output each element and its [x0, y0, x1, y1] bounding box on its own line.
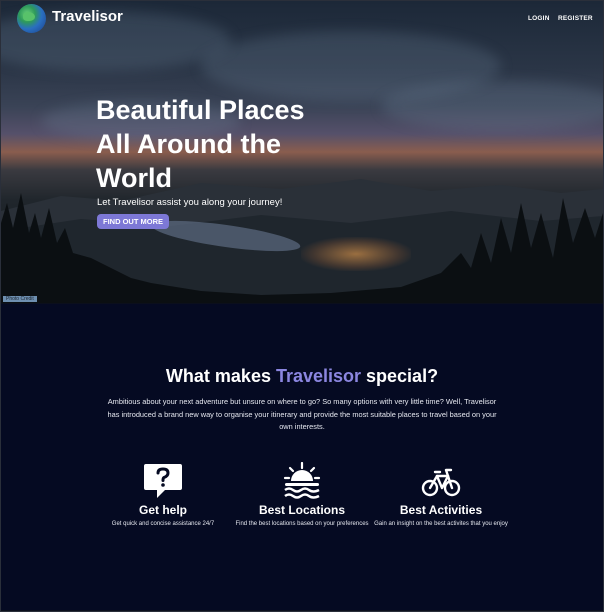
hero-cloud — [381, 81, 603, 131]
hero-title: Beautiful Places All Around the World — [96, 93, 336, 195]
feature-title: Get help — [138, 503, 187, 517]
hero-trees — [1, 193, 603, 303]
section-title-accent: Travelisor — [275, 366, 362, 386]
feature-description: Gain an insight on the best activites th… — [374, 521, 508, 527]
hero-title-line: Beautiful Places — [96, 95, 305, 125]
feature-description: Find the best locations based on your pr… — [235, 521, 369, 527]
globe-logo-icon[interactable] — [17, 4, 46, 33]
section-title: What makes Travelisor special? — [1, 366, 603, 387]
section-description: Ambitious about your next adventure but … — [107, 397, 497, 431]
feature-description: Get quick and concise assistance 24/7 — [111, 521, 215, 527]
feature-card-locations: Best Locations Find the best locations b… — [232, 462, 372, 529]
feature-title: Best Activities — [399, 503, 483, 517]
section-title-suffix: special? — [361, 366, 439, 386]
navbar: Travelisor LOGIN REGISTER — [1, 1, 603, 37]
feature-card-help: Get help Get quick and concise assistanc… — [93, 462, 233, 529]
hero-title-line: World — [96, 163, 172, 193]
sunset-icon — [283, 462, 321, 499]
hero-section: Photo Credit Travelisor LOGIN REGISTER B… — [1, 1, 603, 303]
login-link[interactable]: LOGIN — [528, 15, 550, 22]
bicycle-icon — [421, 468, 461, 497]
question-bubble-icon — [144, 464, 182, 498]
hero-title-line: All Around the — [96, 129, 281, 159]
brand-name[interactable]: Travelisor — [52, 8, 123, 25]
register-link[interactable]: REGISTER — [558, 15, 593, 22]
features-section: What makes Travelisor special? Ambitious… — [1, 304, 603, 610]
find-out-more-button[interactable]: FIND OUT MORE — [97, 214, 169, 229]
photo-credit: Photo Credit — [3, 296, 37, 302]
hero-subtitle: Let Travelisor assist you along your jou… — [97, 197, 283, 208]
section-title-prefix: What makes — [165, 366, 276, 386]
feature-card-activities: Best Activities Gain an insight on the b… — [371, 462, 511, 529]
feature-title: Best Locations — [258, 503, 345, 517]
